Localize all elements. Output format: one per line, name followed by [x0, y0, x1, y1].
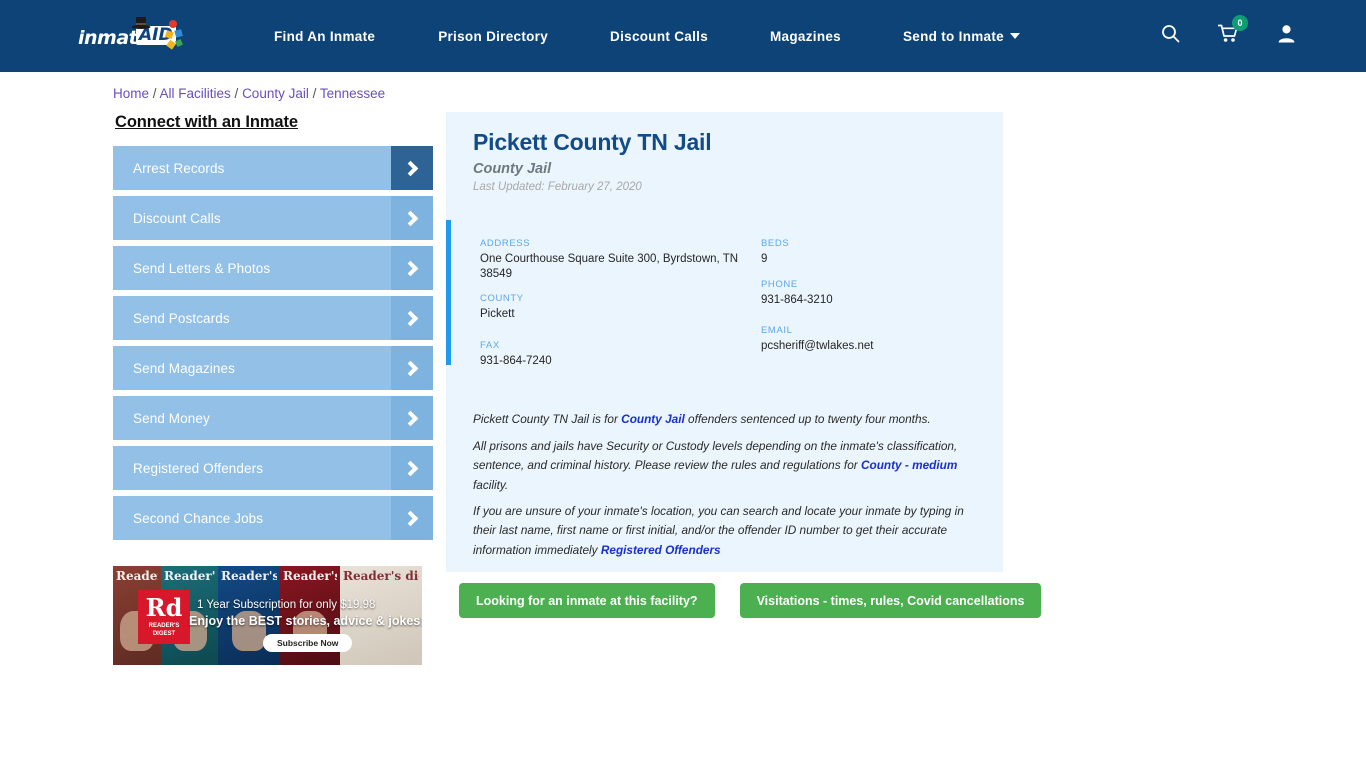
facility-card: Pickett County TN Jail County Jail Last …	[446, 112, 1003, 572]
nav-item-send-to-inmate-label: Send to Inmate	[903, 28, 1004, 44]
search-button[interactable]	[1161, 24, 1180, 48]
info-column-left: ADDRESS One Courthouse Square Suite 300,…	[480, 238, 750, 387]
ad-headline: 1 Year Subscription for only $19.98	[197, 599, 376, 611]
email-label: EMAIL	[761, 325, 793, 337]
address-value: One Courthouse Square Suite 300, Byrdsto…	[480, 253, 739, 280]
sidebar-item-second-chance-jobs[interactable]: Second Chance Jobs	[113, 496, 433, 540]
last-updated-text: Last Updated: February 27, 2020	[473, 181, 642, 193]
sidebar-item-label: Send Money	[133, 410, 210, 426]
beds-value: 9	[761, 253, 768, 265]
sidebar-item-discount-calls[interactable]: Discount Calls	[113, 196, 433, 240]
chevron-right-icon	[391, 496, 433, 540]
ad-brand-logo: Rd READER'S DIGEST	[138, 590, 190, 644]
sidebar-item-send-money[interactable]: Send Money	[113, 396, 433, 440]
find-inmate-button[interactable]: Looking for an inmate at this facility?	[459, 583, 715, 618]
beds-label: BEDS	[761, 238, 790, 249]
fax-value: 931-864-7240	[480, 355, 552, 368]
sidebar: Connect with an Inmate Arrest Records Di…	[113, 113, 433, 546]
ad-brand-mark: Rd	[145, 593, 183, 622]
search-icon	[1162, 25, 1180, 43]
nav-item-find-an-inmate[interactable]: Find An Inmate	[274, 29, 375, 44]
sidebar-item-label: Send Magazines	[133, 360, 235, 376]
cart-count-badge: 0	[1232, 15, 1248, 31]
sidebar-item-label: Send Postcards	[133, 310, 230, 326]
breadcrumb-item-all-facilities[interactable]: All Facilities	[160, 86, 231, 101]
sidebar-item-send-postcards[interactable]: Send Postcards	[113, 296, 433, 340]
para1-text-a: Pickett County TN Jail is for	[473, 412, 622, 426]
site-header: inmate AID Find An Inmate Prison Directo…	[0, 0, 1366, 72]
ad-subscribe-button[interactable]: Subscribe Now	[263, 634, 353, 652]
phone-label: PHONE	[761, 278, 798, 290]
ad-cover-title: Reader's digest	[221, 570, 277, 582]
breadcrumb-separator: /	[308, 86, 320, 101]
email-value: pcsheriff@twlakes.net	[761, 340, 874, 353]
facility-description-1: Pickett County TN Jail is for County Jai…	[473, 410, 978, 429]
ad-cover-title: Reader's digest	[164, 570, 215, 582]
sidebar-title: Connect with an Inmate	[115, 113, 298, 131]
chevron-right-icon	[391, 146, 433, 190]
fax-label: FAX	[480, 340, 500, 352]
sidebar-item-arrest-records[interactable]: Arrest Records	[113, 146, 433, 190]
info-column-right: BEDS 9 PHONE 931-864-3210 EMAIL pcsherif…	[761, 238, 991, 372]
nav-item-prison-directory[interactable]: Prison Directory	[438, 29, 548, 44]
breadcrumb-separator: /	[149, 86, 160, 101]
sidebar-item-label: Discount Calls	[133, 210, 221, 226]
chevron-right-icon	[391, 296, 433, 340]
link-county-medium[interactable]: County - medium	[861, 458, 957, 472]
confetti-icon	[164, 20, 183, 50]
user-icon	[1278, 25, 1295, 43]
county-label: COUNTY	[480, 293, 524, 305]
breadcrumb-item-county-jail[interactable]: County Jail	[242, 86, 309, 101]
facility-type: County Jail	[473, 161, 552, 177]
cta-button-row: Looking for an inmate at this facility? …	[459, 583, 1042, 618]
breadcrumb-separator: /	[230, 86, 243, 101]
account-button[interactable]	[1277, 24, 1296, 48]
sidebar-item-label: Second Chance Jobs	[133, 510, 264, 526]
chevron-right-icon	[391, 196, 433, 240]
nav-item-magazines[interactable]: Magazines	[770, 29, 841, 44]
sidebar-item-label: Arrest Records	[133, 160, 225, 176]
ad-cover-title: Reader's digest	[116, 570, 158, 582]
breadcrumb-item-home[interactable]: Home	[113, 86, 149, 101]
header-icon-group: 0	[1161, 15, 1296, 48]
sidebar-item-registered-offenders[interactable]: Registered Offenders	[113, 446, 433, 490]
sidebar-item-label: Registered Offenders	[133, 460, 264, 476]
brand-logo[interactable]: inmate AID	[78, 17, 186, 54]
top-hat-icon	[131, 17, 151, 29]
cart-button[interactable]: 0	[1217, 15, 1248, 48]
address-label: ADDRESS	[480, 238, 531, 249]
sidebar-item-label: Send Letters & Photos	[133, 260, 271, 276]
para1-text-b: offenders sentenced up to twenty four mo…	[684, 412, 931, 426]
sidebar-item-send-letters-photos[interactable]: Send Letters & Photos	[113, 246, 433, 290]
chevron-right-icon	[391, 246, 433, 290]
advertisement-banner[interactable]: Reader's digest Reader's digest Reader's…	[113, 566, 422, 665]
chevron-down-icon	[1009, 32, 1020, 39]
ad-cover-title: Reader's digest	[283, 570, 337, 582]
breadcrumb-item-tennessee[interactable]: Tennessee	[320, 86, 385, 101]
chevron-right-icon	[391, 446, 433, 490]
ad-cover-title: Reader's digest	[343, 570, 419, 582]
ad-brand-subtitle: READER'S DIGEST	[148, 623, 180, 637]
facility-description-2: All prisons and jails have Security or C…	[473, 437, 978, 495]
main-navigation: Find An Inmate Prison Directory Discount…	[274, 29, 1020, 44]
county-value: Pickett	[480, 308, 515, 321]
ad-subheadline: Enjoy the BEST stories, advice & jokes!	[189, 614, 422, 628]
page-title: Pickett County TN Jail	[473, 129, 712, 155]
link-registered-offenders[interactable]: Registered Offenders	[601, 543, 721, 557]
para2-text-b: facility.	[473, 477, 509, 492]
breadcrumb: Home / All Facilities / County Jail / Te…	[113, 86, 385, 101]
visitations-button[interactable]: Visitations - times, rules, Covid cancel…	[739, 583, 1042, 618]
chevron-right-icon	[391, 396, 433, 440]
chevron-right-icon	[391, 346, 433, 390]
link-county-jail[interactable]: County Jail	[621, 412, 685, 426]
nav-item-discount-calls[interactable]: Discount Calls	[610, 29, 708, 44]
phone-value: 931-864-3210	[761, 293, 833, 306]
nav-item-send-to-inmate[interactable]: Send to Inmate	[903, 29, 1020, 44]
facility-info-block: ADDRESS One Courthouse Square Suite 300,…	[446, 220, 1003, 367]
sidebar-item-send-magazines[interactable]: Send Magazines	[113, 346, 433, 390]
facility-description-3: If you are unsure of your inmate's locat…	[473, 502, 978, 560]
